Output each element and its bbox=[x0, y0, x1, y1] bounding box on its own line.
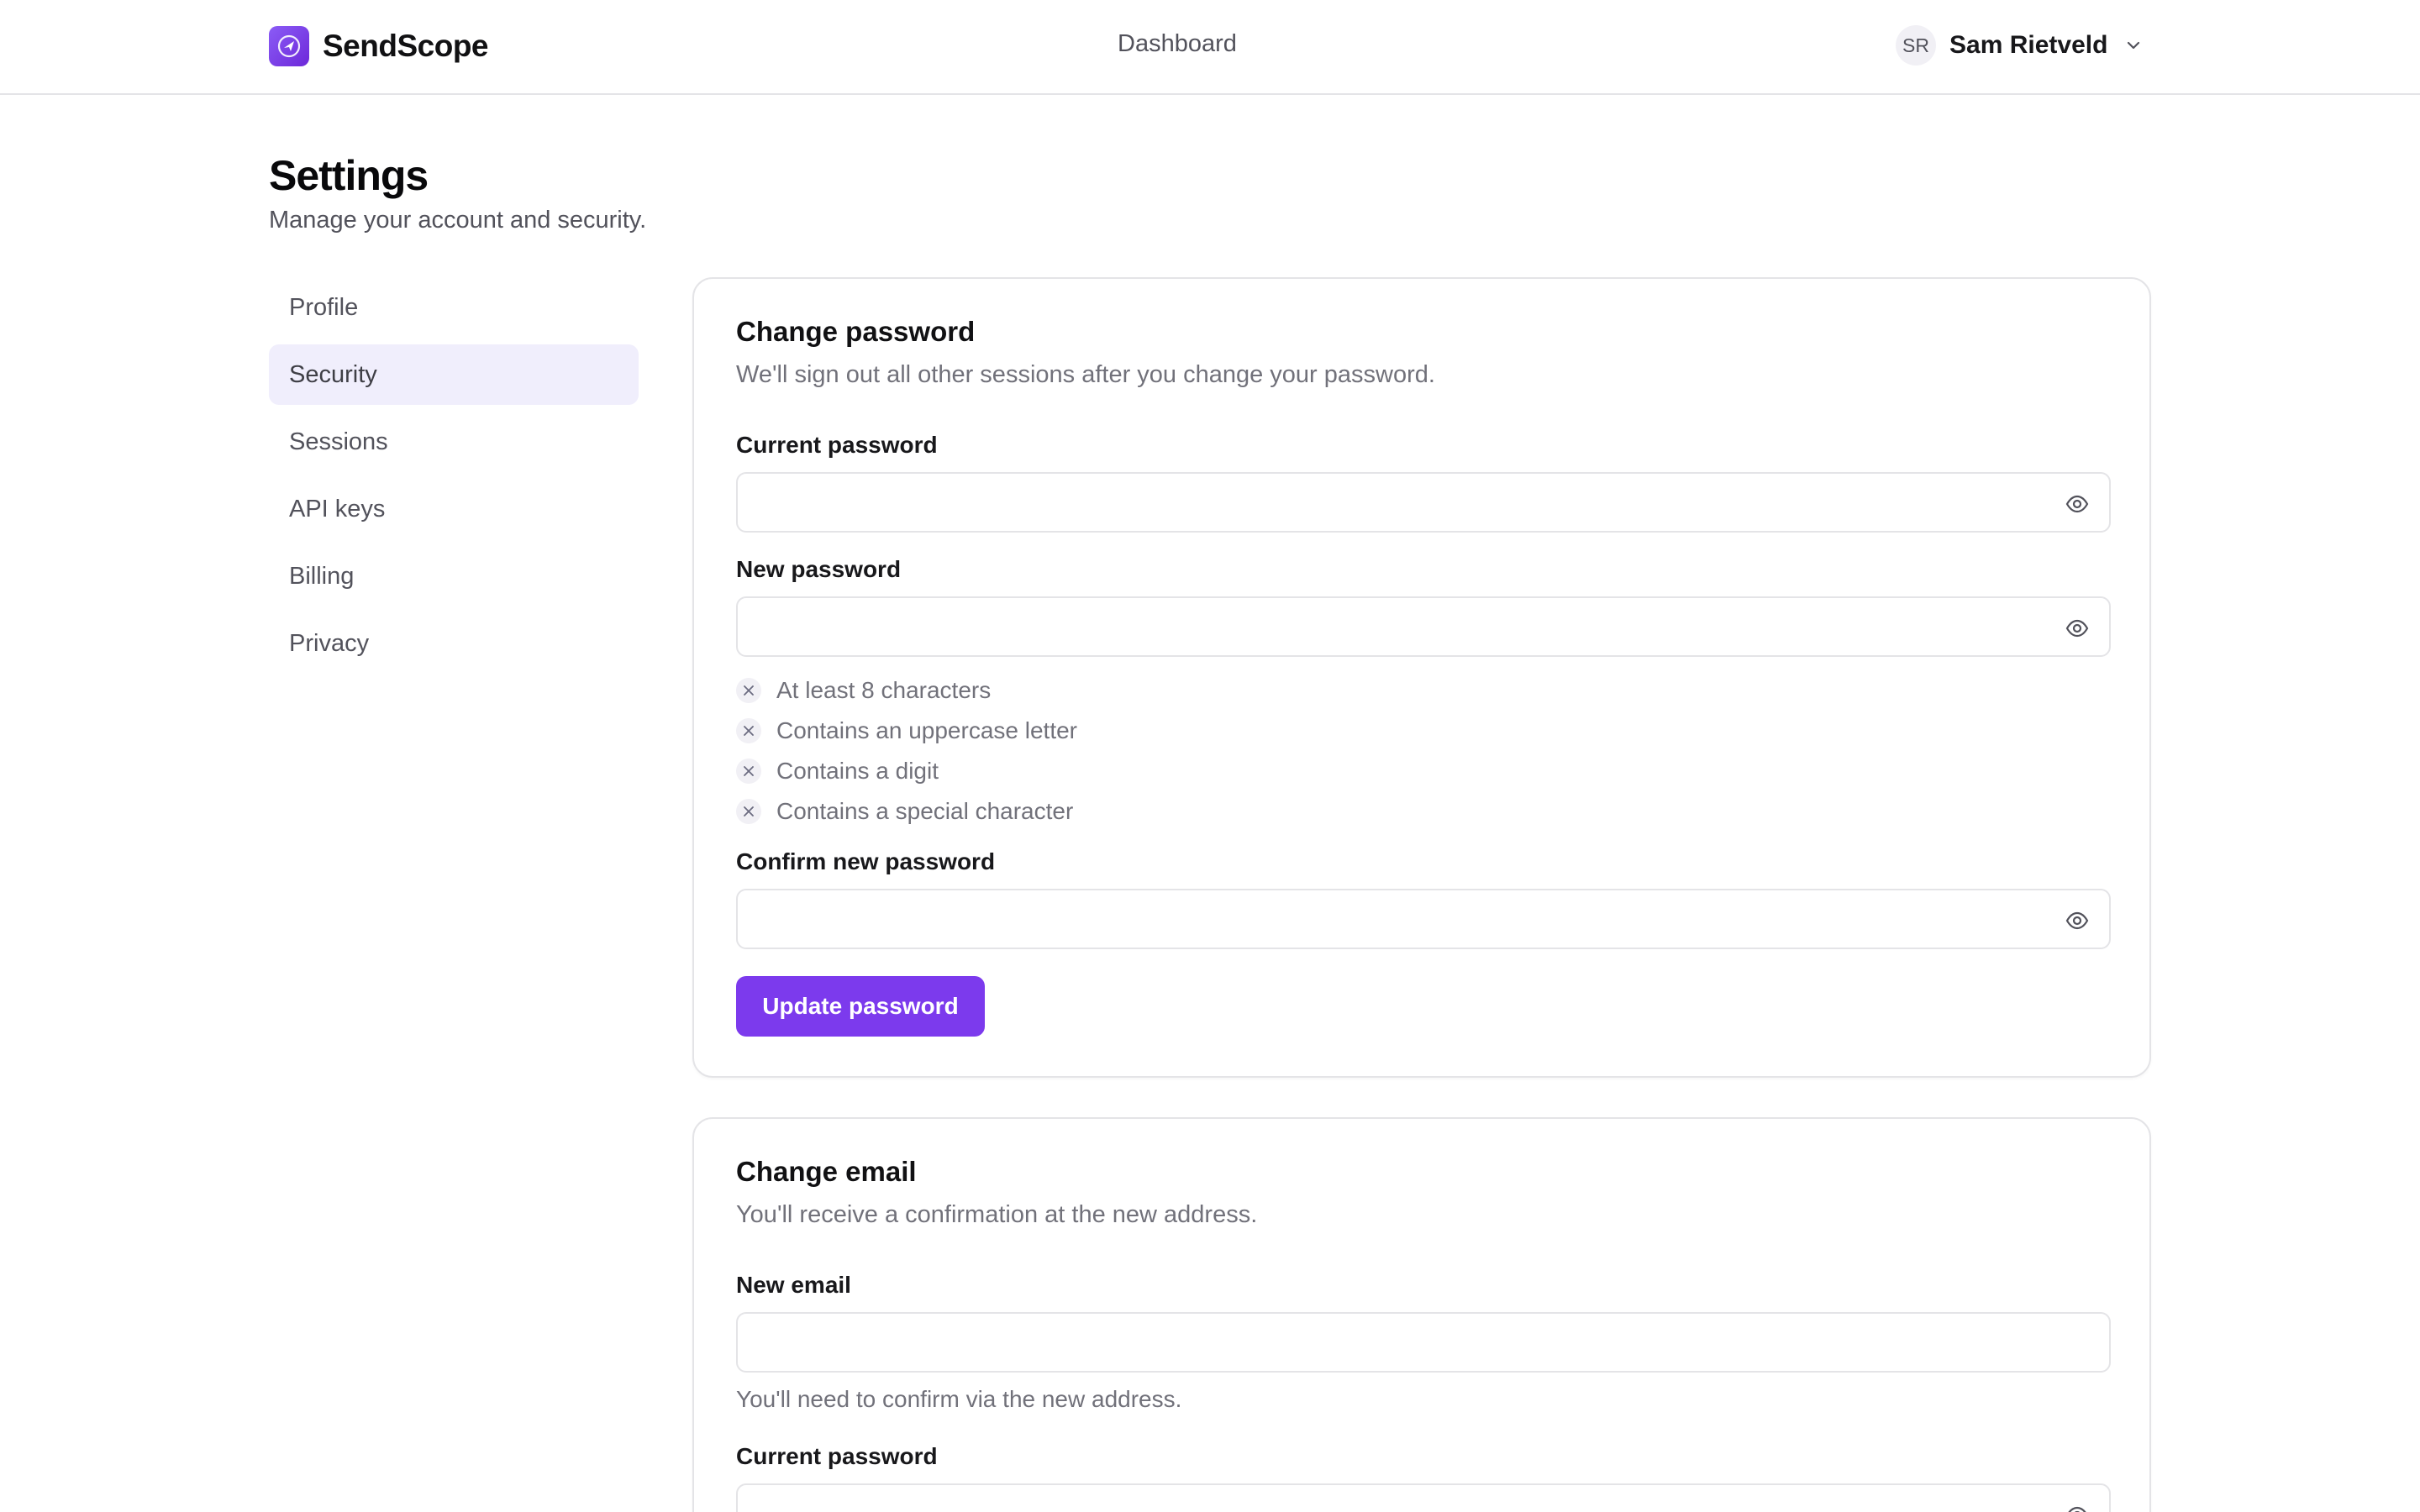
x-icon bbox=[736, 718, 761, 743]
requirement-text: Contains a digit bbox=[776, 758, 939, 784]
list-item: Contains a digit bbox=[736, 751, 1077, 791]
current-password-input[interactable] bbox=[738, 474, 2109, 531]
new-email-hint: You'll need to confirm via the new addre… bbox=[736, 1386, 1182, 1412]
sidebar-item-sessions[interactable]: Sessions bbox=[269, 412, 639, 472]
email-current-password-input[interactable] bbox=[738, 1485, 2109, 1512]
settings-sidebar: Profile Security Sessions API keys Billi… bbox=[269, 277, 639, 680]
change-email-title: Change email bbox=[736, 1156, 917, 1187]
eye-icon[interactable] bbox=[2064, 615, 2091, 642]
change-email-description: You'll receive a confirmation at the new… bbox=[736, 1201, 1258, 1228]
sidebar-item-profile[interactable]: Profile bbox=[269, 277, 639, 338]
password-requirements: At least 8 characters Contains an upperc… bbox=[736, 670, 1077, 832]
eye-icon[interactable] bbox=[2064, 1502, 2091, 1512]
change-email-card: Change email You'll receive a confirmati… bbox=[692, 1117, 2151, 1512]
update-password-button[interactable]: Update password bbox=[736, 976, 985, 1037]
change-password-card: Change password We'll sign out all other… bbox=[692, 277, 2151, 1078]
new-password-label: New password bbox=[736, 556, 902, 582]
confirm-password-label: Confirm new password bbox=[736, 848, 996, 874]
avatar: SR bbox=[1896, 25, 1936, 66]
eye-icon[interactable] bbox=[2064, 907, 2091, 934]
requirement-text: Contains an uppercase letter bbox=[776, 717, 1077, 743]
confirm-password-input[interactable] bbox=[738, 890, 2109, 948]
new-password-field-wrapper bbox=[736, 596, 2111, 657]
list-item: At least 8 characters bbox=[736, 670, 1077, 711]
eye-icon[interactable] bbox=[2064, 491, 2091, 517]
chevron-down-icon bbox=[2124, 36, 2143, 55]
sidebar-item-security[interactable]: Security bbox=[269, 344, 639, 405]
change-password-description: We'll sign out all other sessions after … bbox=[736, 361, 1435, 388]
x-icon bbox=[736, 799, 761, 824]
brand-name: SendScope bbox=[323, 29, 489, 63]
list-item: Contains a special character bbox=[736, 791, 1077, 832]
new-email-field-wrapper bbox=[736, 1312, 2111, 1373]
list-item: Contains an uppercase letter bbox=[736, 711, 1077, 751]
x-icon bbox=[736, 678, 761, 703]
confirm-password-field-wrapper bbox=[736, 889, 2111, 949]
change-password-title: Change password bbox=[736, 316, 976, 347]
current-password-field-wrapper bbox=[736, 472, 2111, 533]
sidebar-item-api-keys[interactable]: API keys bbox=[269, 479, 639, 539]
user-name: Sam Rietveld bbox=[1949, 31, 2108, 59]
current-password-label: Current password bbox=[736, 432, 938, 458]
top-navbar: SendScope Dashboard SR Sam Rietveld bbox=[0, 0, 2420, 95]
email-current-password-label: Current password bbox=[736, 1443, 938, 1469]
nav-dashboard-link[interactable]: Dashboard bbox=[1118, 30, 1237, 58]
new-password-input[interactable] bbox=[738, 598, 2109, 655]
sendscope-logo-icon bbox=[269, 26, 309, 66]
brand[interactable]: SendScope bbox=[269, 26, 489, 66]
requirement-text: At least 8 characters bbox=[776, 677, 992, 703]
page-title: Settings bbox=[269, 152, 429, 199]
email-current-password-field-wrapper bbox=[736, 1483, 2111, 1512]
x-icon bbox=[736, 759, 761, 784]
new-email-input[interactable] bbox=[738, 1314, 2109, 1371]
settings-page: SendScope Dashboard SR Sam Rietveld Sett… bbox=[0, 0, 2420, 1512]
new-email-label: New email bbox=[736, 1272, 851, 1298]
sidebar-item-billing[interactable]: Billing bbox=[269, 546, 639, 606]
sidebar-item-privacy[interactable]: Privacy bbox=[269, 613, 639, 674]
requirement-text: Contains a special character bbox=[776, 798, 1074, 824]
page-subtitle: Manage your account and security. bbox=[269, 207, 647, 234]
user-menu[interactable]: SR Sam Rietveld bbox=[1896, 25, 2143, 66]
